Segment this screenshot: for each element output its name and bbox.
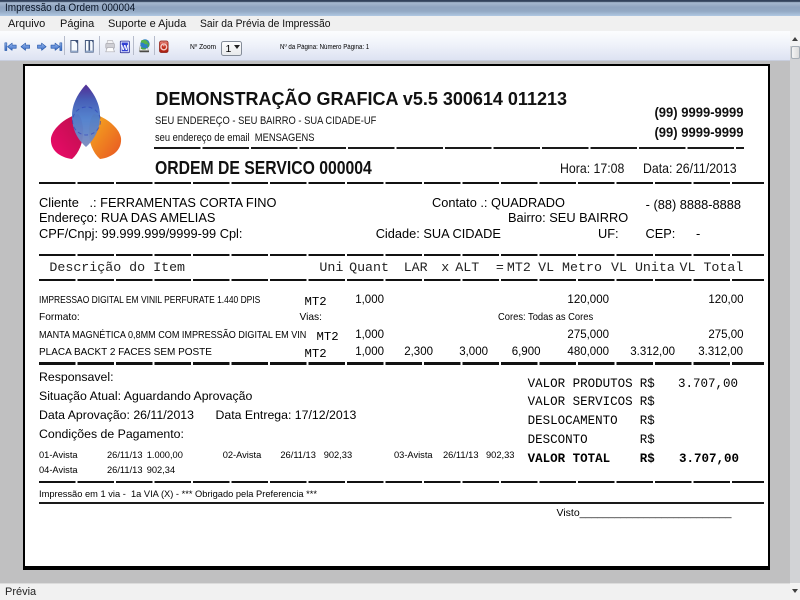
svg-text:W: W [121, 43, 129, 52]
